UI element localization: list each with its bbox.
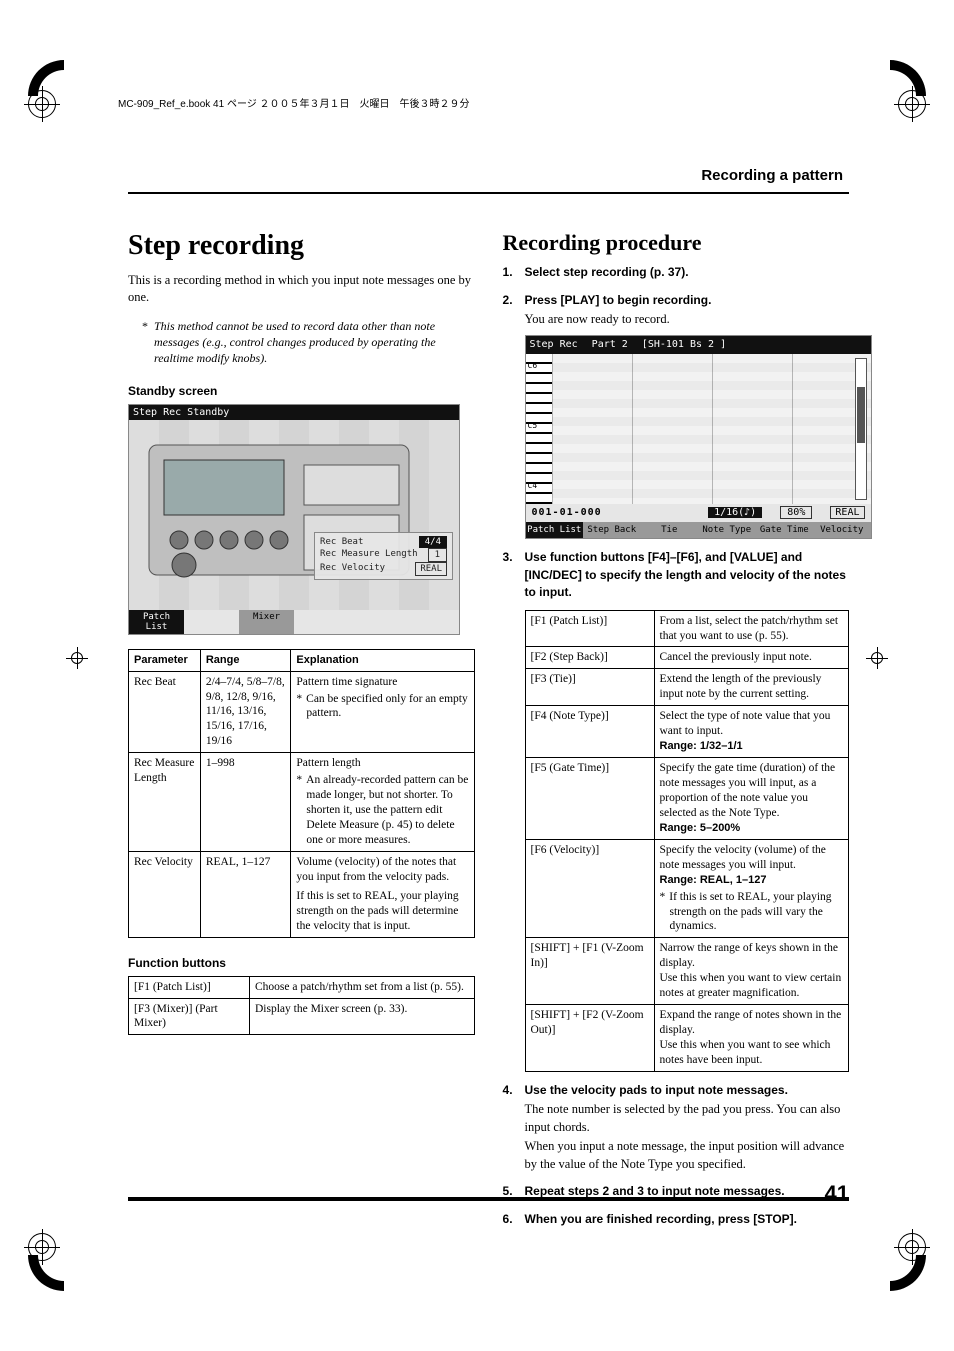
table-row: [F3 (Tie)]Extend the length of the previ… bbox=[525, 669, 849, 706]
table-row: [F6 (Velocity)] Specify the velocity (vo… bbox=[525, 839, 849, 938]
table-row: Rec Velocity REAL, 1–127 Volume (velocit… bbox=[129, 851, 475, 937]
table-row: [F1 (Patch List)]From a list, select the… bbox=[525, 610, 849, 647]
lcd2-position: 001-01-000 bbox=[532, 506, 602, 520]
step-3: Use function buttons [F4]–[F6], and [VAL… bbox=[503, 549, 850, 1072]
lcd-rec-measure-label: Rec Measure Length bbox=[320, 548, 418, 562]
function-buttons-head: Function buttons bbox=[128, 956, 475, 970]
lcd2-f6: Velocity bbox=[813, 522, 871, 539]
intro-paragraph: This is a recording method in which you … bbox=[128, 272, 475, 306]
running-head-rule bbox=[128, 192, 849, 194]
table-row: [F4 (Note Type)] Select the type of note… bbox=[525, 706, 849, 758]
lcd-rec-beat-label: Rec Beat bbox=[320, 536, 363, 548]
lcd2-oct-c4: C4 bbox=[528, 480, 538, 491]
table-row: [F3 (Mixer)] (Part Mixer) Display the Mi… bbox=[129, 998, 475, 1035]
lcd-rec-velocity-label: Rec Velocity bbox=[320, 562, 385, 576]
procedure-title: Recording procedure bbox=[503, 230, 850, 256]
lcd2-note-type-value: 1/16(♪) bbox=[708, 507, 762, 518]
lcd2-f5: Gate Time bbox=[756, 522, 814, 539]
lcd2-title: Step Rec bbox=[530, 338, 578, 352]
standby-screen-head: Standby screen bbox=[128, 384, 475, 398]
lcd-rec-beat-value: 4/4 bbox=[419, 536, 447, 548]
footer-rule: 41 bbox=[128, 1197, 849, 1201]
lcd2-f4: Note Type bbox=[698, 522, 756, 539]
intro-note-text: This method cannot be used to record dat… bbox=[154, 319, 436, 365]
th-parameter: Parameter bbox=[129, 650, 201, 671]
standby-lcd: Step Rec Standby bbox=[128, 404, 460, 635]
step-rec-lcd: Step Rec Part 2 [SH-101 Bs 2 ] C6 C5 C4 bbox=[525, 335, 872, 540]
lcd-rec-velocity-value: REAL bbox=[415, 562, 447, 576]
lcd-title: Step Rec Standby bbox=[133, 407, 229, 418]
registration-mark bbox=[28, 90, 56, 118]
lcd2-oct-c6: C6 bbox=[528, 360, 538, 371]
lcd-f1: Patch List bbox=[129, 610, 184, 634]
registration-mark bbox=[28, 1233, 56, 1261]
registration-mark bbox=[869, 650, 885, 666]
folio-line: MC-909_Ref_e.book 41 ページ ２００５年３月１日 火曜日 午… bbox=[118, 95, 470, 110]
registration-mark bbox=[69, 650, 85, 666]
table-row: Rec Measure Length 1–998 Pattern length … bbox=[129, 753, 475, 852]
table-row: [SHIFT] + [F1 (V-Zoom In)] Narrow the ra… bbox=[525, 938, 849, 1005]
running-head: Recording a pattern bbox=[695, 165, 849, 186]
page-number: 41 bbox=[825, 1181, 849, 1207]
step-1: Select step recording (p. 37). bbox=[503, 264, 850, 282]
table-row: Rec Beat 2/4–7/4, 5/8–7/8, 9/8, 12/8, 9/… bbox=[129, 671, 475, 753]
table-row: [F5 (Gate Time)] Specify the gate time (… bbox=[525, 758, 849, 840]
section-title: Step recording bbox=[128, 230, 475, 262]
registration-mark bbox=[898, 90, 926, 118]
th-range: Range bbox=[200, 650, 291, 671]
lcd-f3: Mixer bbox=[239, 610, 294, 634]
step-2: Press [PLAY] to begin recording. You are… bbox=[503, 292, 850, 540]
lcd2-gate-value: 80% bbox=[780, 506, 812, 519]
lcd-rec-measure-value: 1 bbox=[428, 548, 447, 562]
lcd2-f2: Step Back bbox=[583, 522, 641, 539]
device-illustration bbox=[129, 420, 459, 610]
lcd2-f1: Patch List bbox=[526, 522, 584, 539]
table-row: [F1 (Patch List)] Choose a patch/rhythm … bbox=[129, 976, 475, 998]
registration-mark bbox=[898, 1233, 926, 1261]
lcd2-part: Part 2 bbox=[592, 338, 628, 352]
lcd2-velocity-value: REAL bbox=[830, 506, 864, 519]
lcd2-f3: Tie bbox=[641, 522, 699, 539]
function-buttons-table: [F1 (Patch List)] Choose a patch/rhythm … bbox=[128, 976, 475, 1036]
lcd2-oct-c5: C5 bbox=[528, 420, 538, 431]
table-row: [SHIFT] + [F2 (V-Zoom Out)] Expand the r… bbox=[525, 1005, 849, 1072]
lcd2-patch: [SH-101 Bs 2 ] bbox=[642, 338, 726, 352]
lcd2-scrollbar bbox=[855, 358, 867, 500]
parameter-table: Parameter Range Explanation Rec Beat 2/4… bbox=[128, 649, 475, 937]
procedure-table: [F1 (Patch List)]From a list, select the… bbox=[525, 610, 850, 1072]
intro-note: *This method cannot be used to record da… bbox=[128, 318, 475, 367]
step-4: Use the velocity pads to input note mess… bbox=[503, 1082, 850, 1174]
step-6: When you are finished recording, press [… bbox=[503, 1211, 850, 1229]
th-explanation: Explanation bbox=[291, 650, 474, 671]
table-row: [F2 (Step Back)]Cancel the previously in… bbox=[525, 647, 849, 669]
